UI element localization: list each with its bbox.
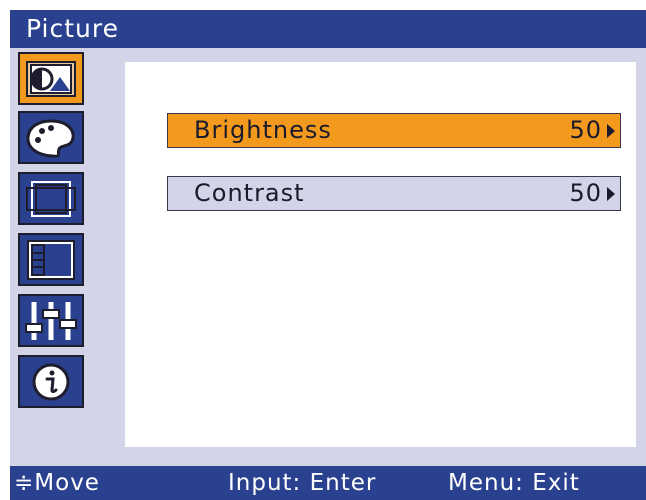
sidebar-item-color[interactable] (18, 111, 84, 164)
title-bar: Picture (10, 10, 646, 48)
status-move: ≑Move (14, 470, 100, 496)
info-icon (32, 363, 70, 400)
sidebar-item-geometry[interactable] (18, 172, 84, 225)
content-panel: Brightness 50 Contrast 50 (125, 62, 636, 447)
geometry-icon (26, 180, 76, 217)
sidebar-item-picture[interactable] (18, 52, 84, 105)
arrow-right-icon (607, 187, 615, 201)
option-label: Brightness (194, 116, 332, 144)
option-value: 50 (569, 116, 602, 144)
sidebar (10, 48, 120, 466)
arrow-right-icon (607, 124, 615, 138)
option-brightness[interactable]: Brightness 50 (167, 113, 621, 148)
option-label: Contrast (194, 179, 305, 207)
sidebar-item-info[interactable] (18, 355, 84, 408)
status-bar: ≑Move Input: Enter Menu: Exit (10, 466, 646, 500)
option-contrast[interactable]: Contrast 50 (167, 176, 621, 211)
option-value: 50 (569, 179, 602, 207)
color-palette-icon (26, 118, 75, 158)
sidebar-item-osd[interactable] (18, 233, 84, 286)
osd-layout-icon (27, 239, 75, 280)
picture-icon (26, 60, 76, 97)
status-input: Input: Enter (228, 470, 377, 496)
osd-window: Picture Brightness 50 Contrast 50 ≑Move … (10, 10, 646, 500)
sidebar-item-settings[interactable] (18, 294, 84, 347)
settings-sliders-icon (25, 301, 77, 340)
status-menu: Menu: Exit (448, 470, 580, 496)
page-title: Picture (26, 14, 119, 43)
